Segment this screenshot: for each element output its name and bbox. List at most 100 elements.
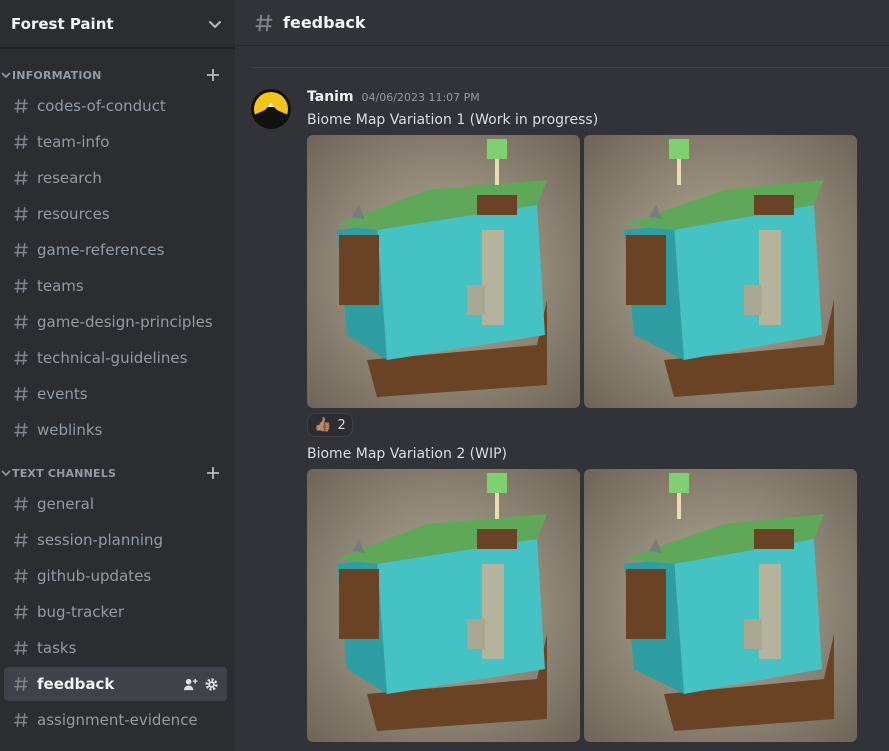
dirt-cliff: [754, 529, 794, 549]
channel-label: tasks: [37, 639, 77, 657]
dirt-cliff: [477, 195, 517, 215]
hash-icon: [14, 605, 28, 619]
channel-technical-guidelines[interactable]: technical-guidelines: [4, 341, 227, 375]
thumbs-up-icon: 👍🏽: [314, 417, 332, 433]
divider: [251, 67, 889, 68]
tree-trunk: [677, 157, 681, 185]
hash-icon: [14, 99, 28, 113]
message-author[interactable]: Tanim: [307, 89, 354, 105]
channel-research[interactable]: research: [4, 161, 227, 195]
gear-icon[interactable]: [204, 677, 219, 692]
channel-label: game-design-principles: [37, 313, 213, 331]
channel-general[interactable]: general: [4, 487, 227, 521]
channel-team-info[interactable]: team-info: [4, 125, 227, 159]
dirt-cliff: [626, 569, 666, 639]
hash-icon: [14, 279, 28, 293]
hash-icon: [14, 497, 28, 511]
hash-icon: [255, 14, 273, 31]
stone-block: [467, 285, 485, 315]
channel-resources[interactable]: resources: [4, 197, 227, 231]
add-channel-icon[interactable]: [205, 67, 221, 83]
image-gallery: [307, 135, 881, 408]
avatar[interactable]: [251, 89, 291, 129]
hash-icon: [14, 387, 28, 401]
image-gallery: [307, 469, 881, 742]
category-text-channels[interactable]: TEXT CHANNELS: [0, 461, 235, 485]
stone-block: [467, 619, 485, 649]
image-attachment[interactable]: [584, 135, 857, 408]
server-header[interactable]: Forest Paint: [0, 0, 235, 48]
channel-game-design-principles[interactable]: game-design-principles: [4, 305, 227, 339]
category-information[interactable]: INFORMATION: [0, 63, 235, 87]
channel-label: team-info: [37, 133, 110, 151]
image-attachment[interactable]: [584, 469, 857, 742]
channel-tasks[interactable]: tasks: [4, 631, 227, 665]
server-name: Forest Paint: [11, 14, 114, 33]
channel-events[interactable]: events: [4, 377, 227, 411]
chevron-down-icon: [1, 470, 11, 477]
reaction-thumbs-up[interactable]: 👍🏽 2: [307, 413, 353, 437]
channel-game-references[interactable]: game-references: [4, 233, 227, 267]
dirt-cliff: [754, 195, 794, 215]
image-attachment[interactable]: [307, 469, 580, 742]
hash-icon: [14, 641, 28, 655]
channel-label: game-references: [37, 241, 165, 259]
message-timestamp: 04/06/2023 11:07 PM: [361, 91, 480, 104]
channel-weblinks[interactable]: weblinks: [4, 413, 227, 447]
dirt-cliff: [477, 529, 517, 549]
tree-trunk: [677, 491, 681, 519]
tree-leaves: [487, 473, 507, 493]
channel-label: research: [37, 169, 102, 187]
channel-label: resources: [37, 205, 110, 223]
image-attachment[interactable]: [307, 135, 580, 408]
water-block: [674, 205, 822, 360]
channel-feedback[interactable]: feedback: [4, 667, 227, 701]
channel-session-planning[interactable]: session-planning: [4, 523, 227, 557]
channel-codes-of-conduct[interactable]: codes-of-conduct: [4, 89, 227, 123]
dirt-cliff: [339, 235, 379, 305]
chevron-down-icon: [1, 72, 11, 79]
water-block: [377, 539, 545, 694]
hash-icon: [14, 351, 28, 365]
stone-pillar: [482, 564, 504, 659]
channel-teams[interactable]: teams: [4, 269, 227, 303]
channel-label: technical-guidelines: [37, 349, 188, 367]
hash-icon: [14, 423, 28, 437]
dirt-cliff: [339, 569, 379, 639]
reaction-count: 2: [337, 417, 346, 433]
channel-github-updates[interactable]: github-updates: [4, 559, 227, 593]
stone-pillar: [759, 564, 781, 659]
tree-leaves: [669, 139, 689, 159]
add-channel-icon[interactable]: [205, 465, 221, 481]
tree-trunk: [495, 157, 499, 185]
message-text: Biome Map Variation 2 (WIP): [307, 446, 508, 462]
channel-assignment-evidence[interactable]: assignment-evidence: [4, 703, 227, 737]
hash-icon: [14, 533, 28, 547]
channel-label: github-updates: [37, 567, 152, 585]
invite-icon[interactable]: [183, 677, 198, 692]
water-block: [377, 205, 545, 360]
chevron-down-icon[interactable]: [207, 16, 223, 32]
hash-icon: [14, 243, 28, 257]
stone-pillar: [482, 230, 504, 325]
tree-leaves: [669, 473, 689, 493]
channel-label: bug-tracker: [37, 603, 124, 621]
hash-icon: [14, 207, 28, 221]
stone-block: [744, 619, 762, 649]
stone-pillar: [759, 230, 781, 325]
hash-icon: [14, 713, 28, 727]
category-label: TEXT CHANNELS: [12, 466, 117, 480]
channel-title: feedback: [283, 13, 366, 32]
hash-icon: [14, 171, 28, 185]
category-label: INFORMATION: [12, 68, 102, 82]
stone-block: [744, 285, 762, 315]
dirt-cliff: [626, 235, 666, 305]
channel-bug-tracker[interactable]: bug-tracker: [4, 595, 227, 629]
hash-icon: [14, 569, 28, 583]
water-block: [674, 539, 822, 694]
channel-label: assignment-evidence: [37, 711, 198, 729]
hash-icon: [14, 677, 28, 691]
chat-area: feedback Tanim 04/06/2023 11:07 PM Biome…: [235, 0, 889, 751]
channel-label: teams: [37, 277, 84, 295]
tree-trunk: [495, 491, 499, 519]
